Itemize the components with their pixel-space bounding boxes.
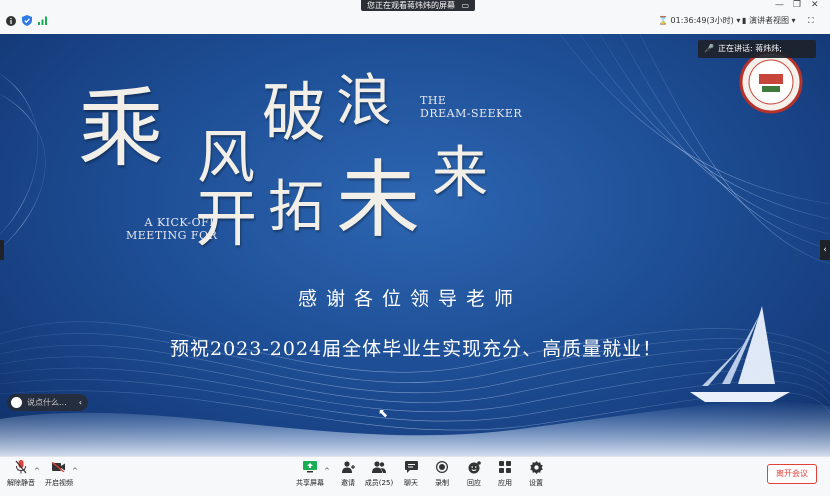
members-button[interactable]: 成员(25) — [362, 460, 396, 492]
title-char: 风 — [197, 123, 256, 191]
reaction-button[interactable]: 回应 — [457, 460, 491, 492]
meeting-toolbar: 解除静音 ^ 开启视频 ^ 共享屏幕 ^ 邀请 成员(25) 聊天 录制 回应 … — [0, 456, 830, 496]
add-user-icon — [341, 460, 355, 474]
en-line: A KICK-OFF — [144, 216, 218, 229]
share-screen-button[interactable]: 共享屏幕 — [293, 460, 327, 492]
en-line: THE — [420, 94, 447, 107]
chat-button[interactable]: 聊天 — [394, 460, 428, 492]
apps-button[interactable]: 应用 — [488, 460, 522, 492]
share-options-chevron-icon[interactable]: ^ — [324, 467, 330, 475]
minimize-icon[interactable]: — — [775, 0, 784, 11]
share-screen-label: 共享屏幕 — [296, 479, 324, 487]
record-icon — [435, 460, 449, 474]
en-line: DREAM-SEEKER — [420, 107, 523, 120]
video-options-chevron-icon[interactable]: ^ — [72, 467, 78, 475]
record-label: 录制 — [435, 479, 449, 487]
start-video-label: 开启视频 — [45, 479, 73, 487]
screen-share-icon: ▭ — [461, 1, 470, 10]
chat-input[interactable]: 说点什么... ‹ — [7, 394, 88, 411]
mic-icon: 🎤 — [704, 44, 714, 53]
share-screen-icon — [303, 460, 317, 474]
reaction-icon — [467, 460, 481, 474]
timer-chevron-icon[interactable]: ▾ — [736, 16, 740, 25]
screen-share-banner: 您正在观看蒋炜炜的屏幕 ▭ — [361, 0, 476, 11]
title-char: 拓 — [268, 175, 324, 240]
chat-placeholder: 说点什么... — [27, 398, 67, 407]
title-char: 来 — [432, 141, 488, 206]
shield-icon[interactable] — [21, 15, 32, 26]
en-line: MEETING FOR — [126, 229, 218, 242]
members-icon — [372, 460, 386, 474]
reaction-label: 回应 — [467, 479, 481, 487]
speaker-label: 正在讲话: 蒋炜炜; — [717, 44, 782, 53]
start-video-button[interactable]: 开启视频 — [42, 460, 76, 492]
view-label: 演讲者视图 — [748, 16, 789, 25]
unmute-label: 解除静音 — [7, 479, 35, 487]
active-speaker-indicator: 🎤 正在讲话: 蒋炜炜; — [698, 40, 816, 58]
apps-icon — [498, 460, 512, 474]
view-selector[interactable]: ▮ 演讲者视图 ▾ — [742, 14, 796, 28]
dream-seeker-text: THE DREAM-SEEKER — [420, 94, 522, 120]
fullscreen-icon[interactable]: ⛶ — [808, 14, 814, 28]
meeting-timer: ⌛ 01:36:49(3小时) ▾ — [658, 14, 740, 28]
title-char: 破 — [262, 77, 326, 151]
audio-options-chevron-icon[interactable]: ^ — [34, 467, 40, 475]
emoji-icon[interactable] — [11, 397, 22, 408]
settings-button[interactable]: 设置 — [519, 460, 553, 492]
view-icon: ▮ — [742, 16, 747, 25]
wish-text: 预祝2023-2024届全体毕业生实现充分、高质量就业！ — [170, 338, 663, 360]
chat-icon — [404, 460, 418, 474]
right-panel-toggle-icon[interactable]: ‹ — [820, 240, 830, 260]
chat-label: 聊天 — [404, 479, 418, 487]
left-panel-toggle-icon[interactable] — [0, 240, 4, 260]
record-button[interactable]: 录制 — [425, 460, 459, 492]
apps-label: 应用 — [498, 479, 512, 487]
timer-text: 01:36:49(3小时) — [670, 16, 734, 25]
video-off-icon — [52, 460, 66, 474]
members-label: 成员(25) — [364, 479, 394, 487]
close-icon[interactable]: ✕ — [811, 0, 819, 11]
school-logo — [739, 50, 803, 114]
invite-label: 邀请 — [341, 479, 355, 487]
share-tip-text: 您正在观看蒋炜炜的屏幕 — [367, 1, 455, 10]
title-char: 浪 — [336, 69, 392, 134]
kickoff-text: A KICK-OFF MEETING FOR — [126, 216, 217, 242]
shared-screen: 乘 风 破 浪 开 拓 未 来 THE DREAM-SEEKER A KICK-… — [0, 34, 830, 456]
unmute-button[interactable]: 解除静音 — [4, 460, 38, 492]
top-bar: 您正在观看蒋炜炜的屏幕 ▭ — ❐ ✕ ⌛ 01:36:49(3小时) ▾ ▮ … — [0, 0, 830, 34]
info-icon[interactable] — [5, 15, 16, 26]
thanks-text: 感谢各位领导老师 — [298, 288, 523, 310]
collapse-chat-icon[interactable]: ‹ — [79, 394, 82, 411]
cursor-icon: ⬉ — [378, 406, 389, 420]
title-char: 乘 — [78, 79, 164, 179]
leave-meeting-button[interactable]: 离开会议 — [767, 464, 817, 484]
mic-muted-icon — [14, 460, 28, 474]
title-char: 未 — [336, 151, 421, 249]
signal-icon[interactable] — [37, 15, 48, 26]
restore-icon[interactable]: ❐ — [793, 0, 801, 11]
invite-button[interactable]: 邀请 — [331, 460, 365, 492]
view-chevron-icon: ▾ — [791, 16, 796, 25]
sailboat-icon — [690, 306, 790, 402]
hourglass-icon: ⌛ — [658, 16, 668, 25]
settings-label: 设置 — [529, 479, 543, 487]
gear-icon — [529, 460, 543, 474]
